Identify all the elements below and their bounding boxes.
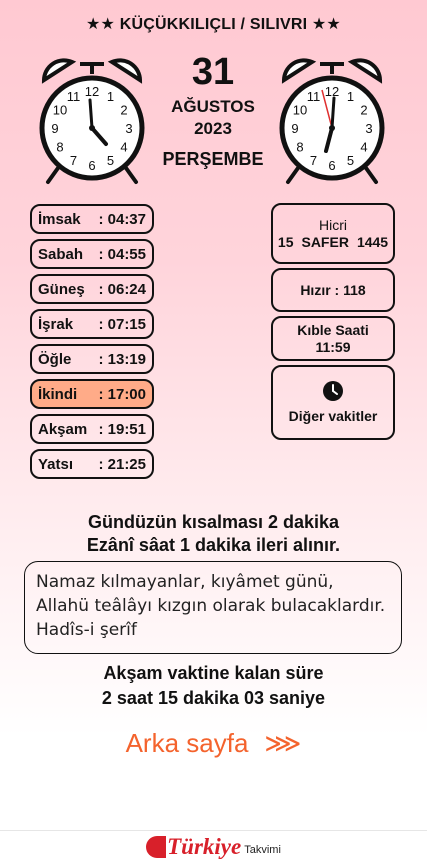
- clock-number: 12: [85, 84, 99, 99]
- clock-number: 3: [365, 121, 372, 136]
- clock-number: 2: [120, 103, 127, 118]
- time-value: : 19:51: [98, 420, 146, 438]
- time-name: İkindi: [38, 385, 78, 403]
- hicri-title: Hicri: [319, 216, 347, 233]
- hicri-day: 15: [277, 233, 294, 250]
- triple-chevron-right-icon: ⋙: [264, 728, 302, 758]
- time-row-gunes[interactable]: Güneş : 06:24: [30, 274, 154, 304]
- clock-number: 5: [347, 153, 354, 168]
- clock-number: 4: [120, 140, 127, 155]
- time-value: : 17:00: [98, 385, 146, 403]
- time-name: Akşam: [38, 420, 88, 438]
- time-name: İşrak: [38, 315, 74, 333]
- left-clock-svg: 12 12 3 45678 9 1011: [39, 58, 145, 184]
- time-row-ogle[interactable]: Öğle : 13:19: [30, 344, 154, 374]
- clock-number: 11: [307, 89, 321, 104]
- clock-number: 11: [67, 89, 81, 104]
- time-value: : 21:25: [98, 455, 146, 473]
- brand-sub: Takvimi: [244, 844, 281, 856]
- time-value: : 04:55: [98, 245, 146, 263]
- kible-saati-box[interactable]: Kıble Saati 11:59: [271, 316, 395, 361]
- clock-number: 10: [293, 103, 307, 118]
- time-value: : 13:19: [98, 350, 146, 368]
- clock-number: 8: [296, 140, 303, 155]
- remaining-time: Akşam vaktine kalan süre 2 saat 15 dakik…: [0, 661, 427, 711]
- time-name: Yatsı: [38, 455, 74, 473]
- time-name: Öğle: [38, 350, 72, 368]
- back-page-link[interactable]: Arka sayfa ⋙: [0, 728, 427, 759]
- diger-vakitler-button[interactable]: Diğer vakitler: [271, 365, 395, 440]
- brand-c-mark: [146, 836, 167, 858]
- date-day: 31: [191, 51, 235, 93]
- location-title: ★★ KÜÇÜKKILIÇLI / SILIVRI ★★: [86, 16, 341, 33]
- clock-number: 6: [88, 158, 95, 173]
- info-message: Gündüzün kısalması 2 dakika Ezânî sâat 1…: [0, 511, 427, 557]
- diger-vakitler-label: Diğer vakitler: [288, 408, 378, 424]
- brand-wordmark: Türkiye: [146, 834, 241, 860]
- clock-number: 4: [360, 140, 367, 155]
- date-block: 31 AĞUSTOS 2023 PERŞEMBE: [150, 50, 276, 170]
- clock-number: 6: [328, 158, 335, 173]
- back-page-label: Arka sayfa: [125, 728, 249, 758]
- time-row-imsak[interactable]: İmsak : 04:37: [30, 204, 154, 234]
- clock-number: 1: [347, 89, 354, 104]
- time-value: : 06:24: [98, 280, 146, 298]
- remaining-title: Akşam vaktine kalan süre: [103, 663, 324, 683]
- time-row-israk[interactable]: İşrak : 07:15: [30, 309, 154, 339]
- time-value: : 07:15: [98, 315, 146, 333]
- date-year: 2023: [194, 119, 232, 138]
- remaining-value: 2 saat 15 dakika 03 saniye: [101, 688, 326, 708]
- right-clock-svg: 12 12 3 45678 9 1011: [279, 58, 385, 184]
- time-row-sabah[interactable]: Sabah : 04:55: [30, 239, 154, 269]
- time-value: : 04:37: [98, 210, 146, 228]
- info-line-2: Ezânî sâat 1 dakika ileri alınır.: [86, 535, 341, 555]
- clock-number: 5: [107, 153, 114, 168]
- clock-number: 2: [360, 103, 367, 118]
- footer-divider: [0, 830, 427, 831]
- clock-icon: [323, 381, 343, 401]
- clock-number: 10: [53, 103, 67, 118]
- clock-number: 12: [325, 84, 339, 99]
- time-row-aksam[interactable]: Akşam : 19:51: [30, 414, 154, 444]
- clock-number: 9: [291, 121, 298, 136]
- time-row-ikindi[interactable]: İkindi : 17:00: [30, 379, 154, 409]
- hizir-box[interactable]: Hızır : 118: [271, 268, 395, 312]
- brand-name: Türkiye: [167, 834, 242, 859]
- hizir-label: Hızır : 118: [300, 281, 366, 298]
- clock-number: 7: [70, 153, 77, 168]
- kible-title: Kıble Saati: [297, 321, 369, 338]
- clock-number: 3: [125, 121, 132, 136]
- kible-time: 11:59: [315, 338, 351, 355]
- date-weekday: PERŞEMBE: [162, 149, 264, 169]
- hadis-box: Namaz kılmayanlar, kıyâmet günü, Allahü …: [24, 561, 402, 654]
- hicri-date: 15 SAFER 1445: [278, 234, 388, 251]
- right-alarm-clock: 12 1 2 3 4 5 6 7 8 9 10 11: [276, 50, 388, 186]
- hicri-date-box[interactable]: Hicri 15 SAFER 1445: [271, 203, 395, 264]
- time-name: Sabah: [38, 245, 84, 263]
- clock-number: 1: [107, 89, 114, 104]
- brand-logo: Türkiye Takvimi: [0, 834, 427, 860]
- hicri-year: 1445: [356, 233, 389, 250]
- clock-number: 8: [56, 140, 63, 155]
- date-month: AĞUSTOS: [171, 97, 255, 116]
- time-row-yatsi[interactable]: Yatsı : 21:25: [30, 449, 154, 479]
- time-name: Güneş: [38, 280, 85, 298]
- left-alarm-clock: 12 1 2 3 4 5 6 7 8 9 10 11: [36, 50, 148, 186]
- hicri-month: SAFER: [301, 233, 349, 250]
- prayer-times-list: İmsak : 04:37 Sabah : 04:55 Güneş : 06:24 İ…: [30, 204, 154, 484]
- time-name: İmsak: [38, 210, 81, 228]
- clock-number: 9: [51, 121, 58, 136]
- clock-number: 7: [310, 153, 317, 168]
- info-line-1: Gündüzün kısalması 2 dakika: [87, 512, 340, 532]
